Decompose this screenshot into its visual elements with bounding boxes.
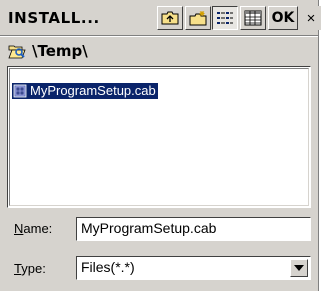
details-view-icon xyxy=(244,10,262,26)
file-list[interactable]: MyProgramSetup.cab xyxy=(7,66,311,208)
new-folder-button[interactable] xyxy=(185,6,211,30)
title-separator-highlight xyxy=(0,36,318,37)
cab-file-icon xyxy=(12,83,28,99)
file-dialog: INSTALL... OK × \Temp\ MyProgramSetup.ca… xyxy=(0,0,321,291)
name-input[interactable]: MyProgramSetup.cab xyxy=(76,217,311,241)
list-view-icon xyxy=(217,12,233,24)
type-select[interactable]: Files(*.*) xyxy=(76,256,311,280)
list-item[interactable]: MyProgramSetup.cab xyxy=(12,83,158,99)
name-label: Name: xyxy=(14,221,53,236)
path-text: \Temp\ xyxy=(32,42,88,60)
type-label: Type: xyxy=(14,261,46,276)
ok-button[interactable]: OK xyxy=(268,6,298,30)
close-icon: × xyxy=(306,9,316,27)
new-folder-icon xyxy=(189,11,207,26)
file-name: MyProgramSetup.cab xyxy=(28,83,158,99)
title-bar: INSTALL... OK × xyxy=(4,3,321,35)
list-view-button[interactable] xyxy=(212,6,238,30)
open-folder-icon xyxy=(8,45,26,59)
current-path: \Temp\ xyxy=(8,40,88,62)
close-button[interactable]: × xyxy=(300,6,321,30)
up-folder-icon xyxy=(161,11,179,25)
type-select-value: Files(*.*) xyxy=(81,259,135,275)
chevron-down-icon xyxy=(294,265,304,271)
dropdown-button[interactable] xyxy=(290,259,308,277)
details-view-button[interactable] xyxy=(240,6,266,30)
up-folder-button[interactable] xyxy=(157,6,183,30)
dialog-title: INSTALL... xyxy=(8,9,100,27)
